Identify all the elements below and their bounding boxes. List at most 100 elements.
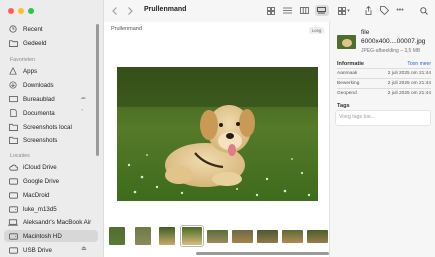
locations-section-header: Locaties <box>10 153 30 159</box>
share-button[interactable] <box>362 4 374 17</box>
thumbnail[interactable] <box>232 230 253 243</box>
sync-progress-icon: ◔ <box>80 108 84 114</box>
grid-icon <box>266 6 275 15</box>
sidebar-item-screenshots-local[interactable]: Screenshots local <box>8 121 72 133</box>
file-name: file 6000x400....00007.jpg <box>361 28 425 46</box>
zoom-window-button[interactable] <box>28 8 34 14</box>
chevron-left-icon <box>112 7 117 15</box>
divider <box>337 88 431 89</box>
inspector-panel: file 6000x400....00007.jpg JPEG-afbeeldi… <box>331 22 435 257</box>
file-thumbnail <box>337 35 356 49</box>
window-controls <box>8 8 34 14</box>
thumbnail-strip <box>104 223 330 249</box>
sidebar-item-downloads[interactable]: Downloads <box>8 79 54 91</box>
tags-input[interactable]: Voeg tags toe... <box>335 110 431 126</box>
info-label: Aanmaak <box>337 71 358 76</box>
forward-button[interactable] <box>124 5 136 17</box>
sidebar-item-label: Screenshots local <box>23 123 72 131</box>
sidebar-item-documents[interactable]: Documenta <box>8 107 55 119</box>
sidebar-item-icloud-drive[interactable]: iCloud Drive <box>8 161 57 173</box>
group-by-button[interactable]: ▾ <box>336 4 352 17</box>
thumbnail[interactable] <box>307 230 328 243</box>
gallery-view-button[interactable] <box>314 5 329 16</box>
back-button[interactable] <box>109 5 121 17</box>
clock-icon <box>8 25 18 34</box>
info-value: 2 juli 2025 om 21:44 <box>387 71 431 76</box>
folder-label: Prullenmand <box>111 26 142 32</box>
more-button[interactable]: ••• <box>394 4 406 17</box>
desktop-icon <box>8 95 18 104</box>
sidebar-item-label: USB Drive <box>23 246 52 254</box>
sidebar-item-macdroid[interactable]: MacDroid <box>8 189 49 201</box>
sidebar-item-google-drive[interactable]: Google Drive <box>8 175 59 187</box>
tag-icon <box>379 6 389 15</box>
sidebar-item-label: Bureaublad <box>23 95 55 103</box>
search-icon <box>420 6 428 15</box>
thumbnail[interactable] <box>207 230 228 243</box>
thumbnail-selected[interactable] <box>180 225 204 247</box>
sidebar-item-label: Apps <box>23 67 38 75</box>
info-value: 2 juli 2025 om 21:44 <box>387 91 431 96</box>
sidebar-item-label: Recent <box>23 25 43 33</box>
drive-icon <box>8 177 18 186</box>
list-view-button[interactable] <box>281 5 295 16</box>
thumbnail[interactable] <box>135 227 151 245</box>
download-icon <box>8 81 18 90</box>
disk-icon <box>8 205 18 214</box>
tag-button[interactable] <box>378 4 390 17</box>
finder-window: Recent Gedeeld Favorieten Apps Downloads <box>0 0 435 257</box>
show-more-link[interactable]: Toon meer <box>407 61 431 67</box>
sidebar-item-shared[interactable]: Gedeeld <box>8 37 46 49</box>
sidebar-item-recent[interactable]: Recent <box>8 23 43 35</box>
sidebar-item-label: MacDroid <box>23 191 50 199</box>
thumbnail[interactable] <box>282 230 303 243</box>
thumbnail[interactable] <box>159 227 175 245</box>
disk-icon <box>8 232 18 241</box>
file-kind-size: JPEG-afbeelding – 3,5 MB <box>361 48 421 54</box>
apps-icon <box>8 67 18 76</box>
search-button[interactable] <box>418 4 430 17</box>
file-name-line2: 6000x400....00007.jpg <box>361 38 426 45</box>
sidebar-item-usb-drive[interactable]: USB Drive <box>8 244 52 256</box>
tags-header: Tags <box>337 103 350 109</box>
sidebar-item-apps[interactable]: Apps <box>8 65 37 77</box>
chevron-down-icon: ▾ <box>347 7 350 14</box>
usb-disk-icon <box>8 246 18 255</box>
divider <box>337 68 431 69</box>
sidebar-item-screenshots[interactable]: Screenshots <box>8 134 57 146</box>
window-title: Prullenmand <box>144 6 187 13</box>
minimize-window-button[interactable] <box>18 8 24 14</box>
sidebar-item-label: Aleksandr's MacBook Air <box>23 218 92 226</box>
empty-trash-button[interactable]: Leeg <box>309 27 325 34</box>
info-label: Geopend <box>337 91 357 96</box>
thumbnail[interactable] <box>109 227 125 245</box>
sidebar-item-desktop[interactable]: Bureaublad <box>8 93 55 105</box>
sidebar-item-macintosh-hd[interactable]: Macintosh HD <box>4 230 98 242</box>
sidebar-item-label: Google Drive <box>23 177 60 185</box>
horizontal-scrollbar[interactable] <box>196 252 329 255</box>
folder-icon <box>8 123 18 132</box>
document-icon <box>8 109 18 118</box>
close-window-button[interactable] <box>8 8 14 14</box>
sidebar-scrollbar[interactable] <box>96 24 99 156</box>
eject-icon[interactable]: ⏏ <box>81 245 87 252</box>
gallery-icon <box>317 7 326 14</box>
info-label: Bewerking <box>337 81 360 86</box>
column-view-button[interactable] <box>298 5 312 16</box>
list-icon <box>283 7 292 14</box>
info-value: 2 juli 2025 om 21:44 <box>387 81 431 86</box>
info-row-created: Aanmaak 2 juli 2025 om 21:44 <box>337 71 431 76</box>
sidebar-item-macbook-air[interactable]: Aleksandr's MacBook Air <box>8 216 91 228</box>
sidebar-item-label: iCloud Drive <box>23 163 57 171</box>
shared-folder-icon <box>8 39 18 48</box>
info-row-modified: Bewerking 2 juli 2025 om 21:44 <box>337 81 431 86</box>
file-name-line1: file <box>361 29 370 36</box>
icon-view-button[interactable] <box>264 5 278 16</box>
laptop-icon <box>8 218 18 227</box>
cloud-sync-icon: ☁ <box>80 95 86 101</box>
cloud-icon <box>8 163 18 172</box>
image-preview[interactable] <box>117 67 318 201</box>
thumbnail[interactable] <box>257 230 278 243</box>
sidebar-item-luke-m13d5[interactable]: luke_m13d5 <box>8 203 57 215</box>
info-row-opened: Geopend 2 juli 2025 om 21:44 <box>337 91 431 96</box>
